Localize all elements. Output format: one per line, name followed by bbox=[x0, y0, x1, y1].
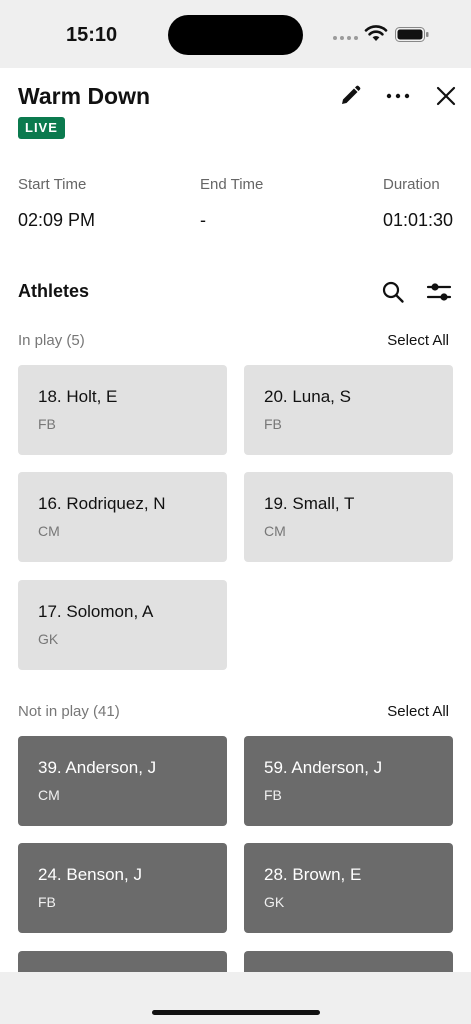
athlete-name: 24. Benson, J bbox=[38, 865, 142, 884]
select-all-in-play-button[interactable]: Select All bbox=[387, 332, 449, 349]
athlete-position: FB bbox=[264, 787, 282, 803]
athletes-heading: Athletes bbox=[18, 281, 90, 301]
close-button[interactable] bbox=[432, 82, 460, 110]
athlete-card[interactable]: 28. Brown, E GK bbox=[244, 843, 453, 933]
duration-label: Duration bbox=[383, 176, 440, 193]
search-icon bbox=[382, 281, 404, 303]
select-all-not-in-play-button[interactable]: Select All bbox=[387, 703, 449, 720]
more-icon bbox=[386, 93, 410, 99]
athlete-card-partial[interactable] bbox=[18, 951, 227, 973]
athlete-position: CM bbox=[38, 523, 60, 539]
athlete-name: 20. Luna, S bbox=[264, 387, 351, 406]
battery-icon bbox=[395, 27, 429, 42]
athlete-name: 18. Holt, E bbox=[38, 387, 118, 406]
athlete-card[interactable]: 39. Anderson, J CM bbox=[18, 736, 227, 826]
athlete-name: 59. Anderson, J bbox=[264, 758, 383, 777]
status-bar: 15:10 bbox=[0, 0, 471, 68]
filter-button[interactable] bbox=[426, 279, 452, 305]
athlete-position: GK bbox=[264, 894, 285, 910]
signal-icon bbox=[333, 36, 358, 40]
duration-value: 01:01:30 bbox=[383, 210, 454, 230]
athlete-position: CM bbox=[38, 787, 60, 803]
wifi-icon bbox=[364, 25, 388, 41]
filter-icon bbox=[426, 283, 452, 301]
home-indicator-area bbox=[0, 972, 471, 1024]
athlete-card-partial[interactable] bbox=[244, 951, 453, 973]
athlete-card[interactable]: 19. Small, T CM bbox=[244, 472, 453, 562]
home-indicator[interactable] bbox=[152, 1010, 320, 1015]
in-play-label: In play (5) bbox=[18, 332, 85, 349]
end-time-label: End Time bbox=[200, 176, 264, 193]
more-options-button[interactable] bbox=[383, 82, 413, 110]
athlete-card[interactable]: 16. Rodriquez, N CM bbox=[18, 472, 227, 562]
athlete-position: CM bbox=[264, 523, 286, 539]
athlete-name: 16. Rodriquez, N bbox=[38, 494, 166, 513]
status-time: 15:10 bbox=[66, 24, 118, 46]
athlete-position: FB bbox=[38, 416, 56, 432]
athlete-name: 19. Small, T bbox=[264, 494, 355, 513]
not-in-play-label: Not in play (41) bbox=[18, 703, 120, 720]
athlete-name: 17. Solomon, A bbox=[38, 602, 154, 621]
athlete-name: 39. Anderson, J bbox=[38, 758, 157, 777]
edit-icon bbox=[342, 85, 361, 104]
start-time-value: 02:09 PM bbox=[18, 210, 96, 230]
athlete-name: 28. Brown, E bbox=[264, 865, 362, 884]
athlete-card[interactable]: 17. Solomon, A GK bbox=[18, 580, 227, 670]
athlete-position: GK bbox=[38, 631, 59, 647]
athlete-card[interactable]: 59. Anderson, J FB bbox=[244, 736, 453, 826]
edit-button[interactable] bbox=[336, 82, 364, 110]
athlete-card[interactable]: 24. Benson, J FB bbox=[18, 843, 227, 933]
dynamic-island bbox=[168, 15, 303, 55]
end-time-value: - bbox=[200, 210, 206, 230]
search-button[interactable] bbox=[380, 279, 406, 305]
live-badge: LIVE bbox=[18, 117, 65, 139]
page-title: Warm Down bbox=[18, 83, 151, 109]
start-time-label: Start Time bbox=[18, 176, 87, 193]
athlete-position: FB bbox=[38, 894, 56, 910]
athlete-card[interactable]: 18. Holt, E FB bbox=[18, 365, 227, 455]
athlete-position: FB bbox=[264, 416, 282, 432]
athlete-card[interactable]: 20. Luna, S FB bbox=[244, 365, 453, 455]
close-icon bbox=[436, 86, 456, 106]
